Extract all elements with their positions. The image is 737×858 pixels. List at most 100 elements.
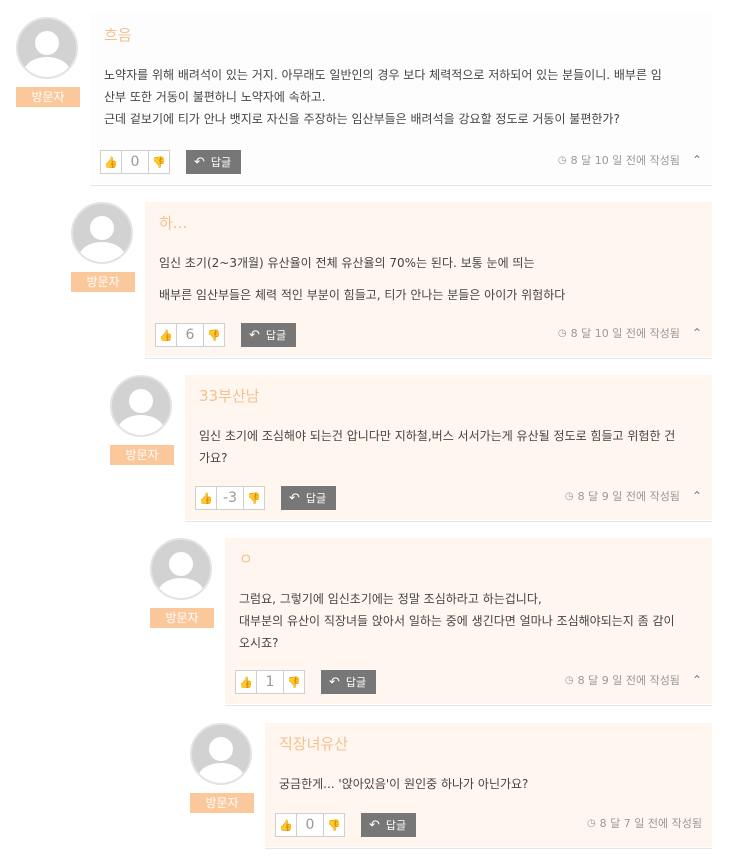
vote-group: 👍 1 👎: [235, 670, 305, 694]
reply-button[interactable]: ↶ 답글: [281, 486, 337, 510]
comment-footer: 👍 1 👎 ↶ 답글 ◷ 8 달 9 일 전에 작성됨 ⌃: [235, 670, 702, 694]
avatar: [150, 538, 212, 600]
avatar-block: 방문자: [16, 17, 82, 107]
comment-author: ㅇ: [239, 550, 253, 568]
reply-label: 답글: [385, 819, 407, 832]
clock-icon: ◷: [557, 154, 567, 166]
thumbs-down-icon[interactable]: 👎: [324, 814, 344, 836]
divider: [145, 358, 712, 359]
comment-meta: ◷ 8 달 7 일 전에 작성됨: [587, 815, 702, 831]
comment-box: 흐음 노약자를 위해 배려석이 있는 거지. 아무래도 일반인의 경우 보다 체…: [90, 14, 712, 184]
comment-text: 노약자를 위해 배려석이 있는 거지. 아무래도 일반인의 경우 보다 체력적으…: [104, 64, 698, 130]
reply-button[interactable]: ↶ 답글: [321, 670, 377, 694]
comment-meta: ◷ 8 달 10 일 전에 작성됨 ⌃: [558, 325, 702, 341]
avatar-block: 방문자: [150, 538, 216, 628]
comment-line: 노약자를 위해 배려석이 있는 거지. 아무래도 일반인의 경우 보다 체력적으…: [104, 68, 662, 82]
visitor-badge: 방문자: [150, 608, 214, 628]
thumbs-down-icon[interactable]: 👎: [204, 324, 224, 346]
reply-arrow-icon: ↶: [194, 154, 205, 170]
reply-label: 답글: [305, 492, 327, 505]
comment-box: 직장녀유산 궁금한게... '앉아있음'이 원인중 하나가 아닌가요? 👍 0 …: [265, 723, 712, 847]
reply-arrow-icon: ↶: [289, 490, 300, 506]
vote-count: 0: [296, 814, 324, 836]
comment-meta: ◷ 8 달 9 일 전에 작성됨 ⌃: [565, 672, 702, 688]
comment-line: 그럼요, 그렇기에 임신초기에는 정말 조심하라고 하는겁니다,: [239, 592, 542, 606]
reply-button[interactable]: ↶ 답글: [186, 150, 242, 174]
comment-line: 대부분의 유산이 직장녀들 앉아서 일하는 중에 생긴다면 얼마나 조심해야되는…: [239, 614, 675, 628]
comment-author: 흐음: [104, 26, 132, 44]
comment-line: 임신 초기에 조심해야 되는건 압니다만 지하철,버스 서서가는게 유산될 정도…: [199, 429, 676, 443]
comment-text: 임신 초기에 조심해야 되는건 압니다만 지하철,버스 서서가는게 유산될 정도…: [199, 425, 698, 469]
vote-group: 👍 0 👎: [275, 813, 345, 837]
thumbs-down-icon[interactable]: 👎: [244, 487, 264, 509]
comment-line: 배부른 임산부들은 체력 적인 부분이 힘들고, 티가 안나는 분들은 아이가 …: [159, 288, 566, 302]
visitor-badge: 방문자: [110, 445, 174, 465]
comment-time: 8 달 9 일 전에 작성됨: [577, 674, 680, 687]
comment-footer: 👍 0 👎 ↶ 답글 ◷ 8 달 10 일 전에 작성됨 ⌃: [100, 150, 702, 174]
thumbs-up-icon[interactable]: 👍: [196, 487, 216, 509]
thumbs-down-icon[interactable]: 👎: [149, 151, 169, 173]
comment-line: 산부 또한 거동이 불편하니 노약자에 속하고.: [104, 90, 326, 104]
comment-time: 8 달 7 일 전에 작성됨: [599, 817, 702, 830]
avatar: [16, 17, 78, 79]
thumbs-up-icon[interactable]: 👍: [276, 814, 296, 836]
clock-icon: ◷: [557, 327, 567, 339]
vote-count: -3: [216, 487, 244, 509]
avatar-block: 방문자: [71, 202, 137, 292]
comment-text: 임신 초기(2~3개월) 유산율이 전체 유산율의 70%는 된다. 보통 눈에…: [159, 252, 698, 306]
comment-footer: 👍 0 👎 ↶ 답글 ◷ 8 달 7 일 전에 작성됨: [275, 813, 702, 837]
avatar: [190, 723, 252, 785]
thumbs-up-icon[interactable]: 👍: [236, 671, 256, 693]
clock-icon: ◷: [586, 817, 596, 829]
avatar: [110, 375, 172, 437]
comment-box: 33부산남 임신 초기에 조심해야 되는건 압니다만 지하철,버스 서서가는게 …: [185, 375, 712, 520]
visitor-badge: 방문자: [71, 272, 135, 292]
chevron-up-icon[interactable]: ⌃: [692, 489, 702, 503]
vote-count: 1: [256, 671, 284, 693]
divider: [265, 848, 712, 849]
divider: [225, 705, 712, 706]
comment-line: 오시죠?: [239, 636, 279, 650]
comment-footer: 👍 6 👎 ↶ 답글 ◷ 8 달 10 일 전에 작성됨 ⌃: [155, 323, 702, 347]
thumbs-up-icon[interactable]: 👍: [156, 324, 176, 346]
avatar: [71, 202, 133, 264]
reply-arrow-icon: ↶: [329, 674, 340, 690]
reply-button[interactable]: ↶ 답글: [241, 323, 297, 347]
comment-author: 33부산남: [199, 387, 260, 405]
comment-meta: ◷ 8 달 9 일 전에 작성됨 ⌃: [565, 488, 702, 504]
vote-group: 👍 -3 👎: [195, 486, 265, 510]
comment-meta: ◷ 8 달 10 일 전에 작성됨 ⌃: [558, 152, 702, 168]
reply-label: 답글: [345, 676, 367, 689]
comment-box: ㅇ 그럼요, 그렇기에 임신초기에는 정말 조심하라고 하는겁니다, 대부분의 …: [225, 538, 712, 704]
comment-box: 하... 임신 초기(2~3개월) 유산율이 전체 유산율의 70%는 된다. …: [145, 202, 712, 357]
chevron-up-icon[interactable]: ⌃: [692, 326, 702, 340]
vote-count: 0: [121, 151, 149, 173]
thumbs-up-icon[interactable]: 👍: [101, 151, 121, 173]
vote-group: 👍 0 👎: [100, 150, 170, 174]
comment-line: 가요?: [199, 451, 228, 465]
visitor-badge: 방문자: [190, 793, 254, 813]
comment-author: 하...: [159, 214, 188, 232]
reply-arrow-icon: ↶: [249, 327, 260, 343]
reply-arrow-icon: ↶: [369, 817, 380, 833]
comment-time: 8 달 9 일 전에 작성됨: [577, 490, 680, 503]
chevron-up-icon[interactable]: ⌃: [692, 153, 702, 167]
clock-icon: ◷: [564, 490, 574, 502]
clock-icon: ◷: [564, 674, 574, 686]
thumbs-down-icon[interactable]: 👎: [284, 671, 304, 693]
divider: [90, 185, 712, 186]
comment-line: 궁금한게... '앉아있음'이 원인중 하나가 아닌가요?: [279, 777, 529, 791]
avatar-block: 방문자: [190, 723, 256, 813]
comment-line: 근데 겉보기에 티가 안나 뱃지로 자신을 주장하는 임산부들은 배려석을 강요…: [104, 112, 620, 126]
comment-time: 8 달 10 일 전에 작성됨: [570, 154, 680, 167]
comment-text: 궁금한게... '앉아있음'이 원인중 하나가 아닌가요?: [279, 773, 698, 795]
comment-footer: 👍 -3 👎 ↶ 답글 ◷ 8 달 9 일 전에 작성됨 ⌃: [195, 486, 702, 510]
reply-label: 답글: [210, 156, 232, 169]
comment-text: 그럼요, 그렇기에 임신초기에는 정말 조심하라고 하는겁니다, 대부분의 유산…: [239, 588, 698, 654]
comment-line: 임신 초기(2~3개월) 유산율이 전체 유산율의 70%는 된다. 보통 눈에…: [159, 256, 535, 270]
avatar-block: 방문자: [110, 375, 176, 465]
chevron-up-icon[interactable]: ⌃: [692, 673, 702, 687]
reply-label: 답글: [265, 329, 287, 342]
reply-button[interactable]: ↶ 답글: [361, 813, 417, 837]
visitor-badge: 방문자: [16, 87, 80, 107]
